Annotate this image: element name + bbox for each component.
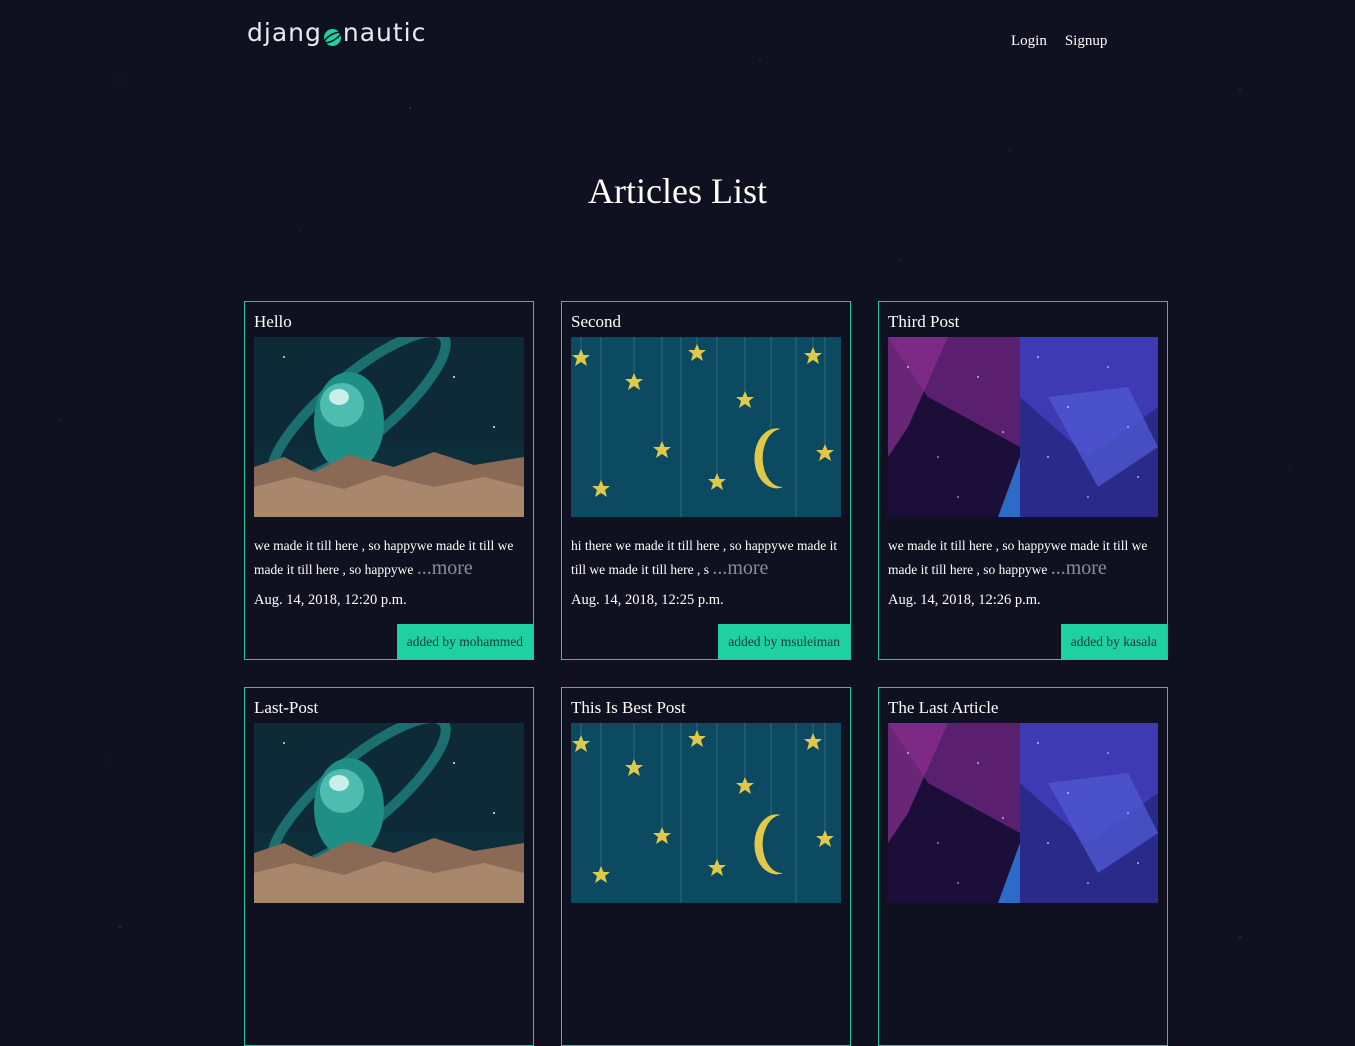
article-thumbnail[interactable] — [888, 337, 1158, 517]
author-badge: added by mohammed — [396, 624, 533, 659]
article-title[interactable]: This Is Best Post — [571, 698, 686, 718]
article-title[interactable]: Last-Post — [254, 698, 318, 718]
article-title[interactable]: Third Post — [888, 312, 959, 332]
page-title: Articles List — [588, 171, 767, 211]
article-excerpt: we made it till here , so happywe made i… — [254, 538, 514, 579]
article-thumbnail[interactable] — [888, 723, 1158, 903]
signup-link[interactable]: Signup — [1065, 33, 1108, 50]
article-date: Aug. 14, 2018, 12:26 p.m. — [888, 592, 1041, 608]
article-title[interactable]: Hello — [254, 312, 292, 332]
article-thumbnail[interactable] — [571, 723, 841, 903]
article-card[interactable]: Third Post we made it till here , so hap… — [878, 301, 1168, 660]
article-card[interactable]: Second hi there we made it till here , s… — [561, 301, 851, 660]
article-thumbnail[interactable] — [254, 723, 524, 903]
article-excerpt: we made it till here , so happywe made i… — [888, 538, 1148, 579]
logo-text-left: djang — [247, 18, 322, 47]
article-card[interactable]: The Last Article — [878, 687, 1168, 1046]
top-nav: Login Signup — [1011, 33, 1107, 50]
logo-text-right: nautic — [342, 18, 427, 47]
author-badge: added by msuleiman — [718, 624, 850, 659]
planet-logo-icon — [323, 24, 342, 46]
article-date: Aug. 14, 2018, 12:20 p.m. — [254, 592, 407, 608]
read-more-link[interactable]: ...more — [417, 557, 473, 579]
article-thumbnail[interactable] — [571, 337, 841, 517]
site-logo[interactable]: djang nautic — [247, 18, 426, 47]
article-title[interactable]: Second — [571, 312, 621, 332]
article-date: Aug. 14, 2018, 12:25 p.m. — [571, 592, 724, 608]
article-card[interactable]: This Is Best Post — [561, 687, 851, 1046]
article-thumbnail[interactable] — [254, 337, 524, 517]
login-link[interactable]: Login — [1011, 33, 1047, 50]
article-title[interactable]: The Last Article — [888, 698, 998, 718]
author-badge: added by kasala — [1060, 624, 1167, 659]
article-card[interactable]: Hello we made it till here , so happywe … — [244, 301, 534, 660]
article-card[interactable]: Last-Post — [244, 687, 534, 1046]
read-more-link[interactable]: ...more — [712, 557, 768, 579]
article-excerpt: hi there we made it till here , so happy… — [571, 538, 838, 579]
read-more-link[interactable]: ...more — [1051, 557, 1107, 579]
